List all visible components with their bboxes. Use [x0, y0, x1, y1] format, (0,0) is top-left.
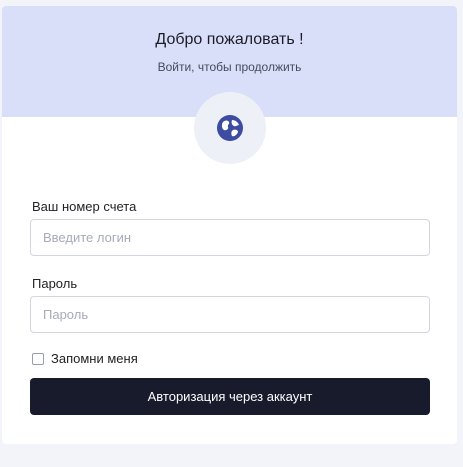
remember-me-checkbox[interactable]: [32, 352, 44, 365]
login-input[interactable]: [30, 219, 430, 256]
remember-me-row[interactable]: Запомни меня: [32, 351, 138, 366]
welcome-title: Добро пожаловать !: [155, 31, 304, 48]
account-number-label: Ваш номер счета: [32, 199, 137, 214]
password-input[interactable]: [30, 296, 430, 333]
globe-icon: [217, 115, 243, 141]
logo-avatar: [194, 92, 266, 164]
password-label: Пароль: [32, 276, 78, 291]
login-card: Добро пожаловать ! Войти, чтобы продолжи…: [2, 6, 457, 444]
welcome-subtitle: Войти, чтобы продолжить: [157, 60, 302, 74]
remember-me-label: Запомни меня: [51, 351, 138, 366]
login-submit-button[interactable]: Авторизация через аккаунт: [30, 378, 430, 415]
